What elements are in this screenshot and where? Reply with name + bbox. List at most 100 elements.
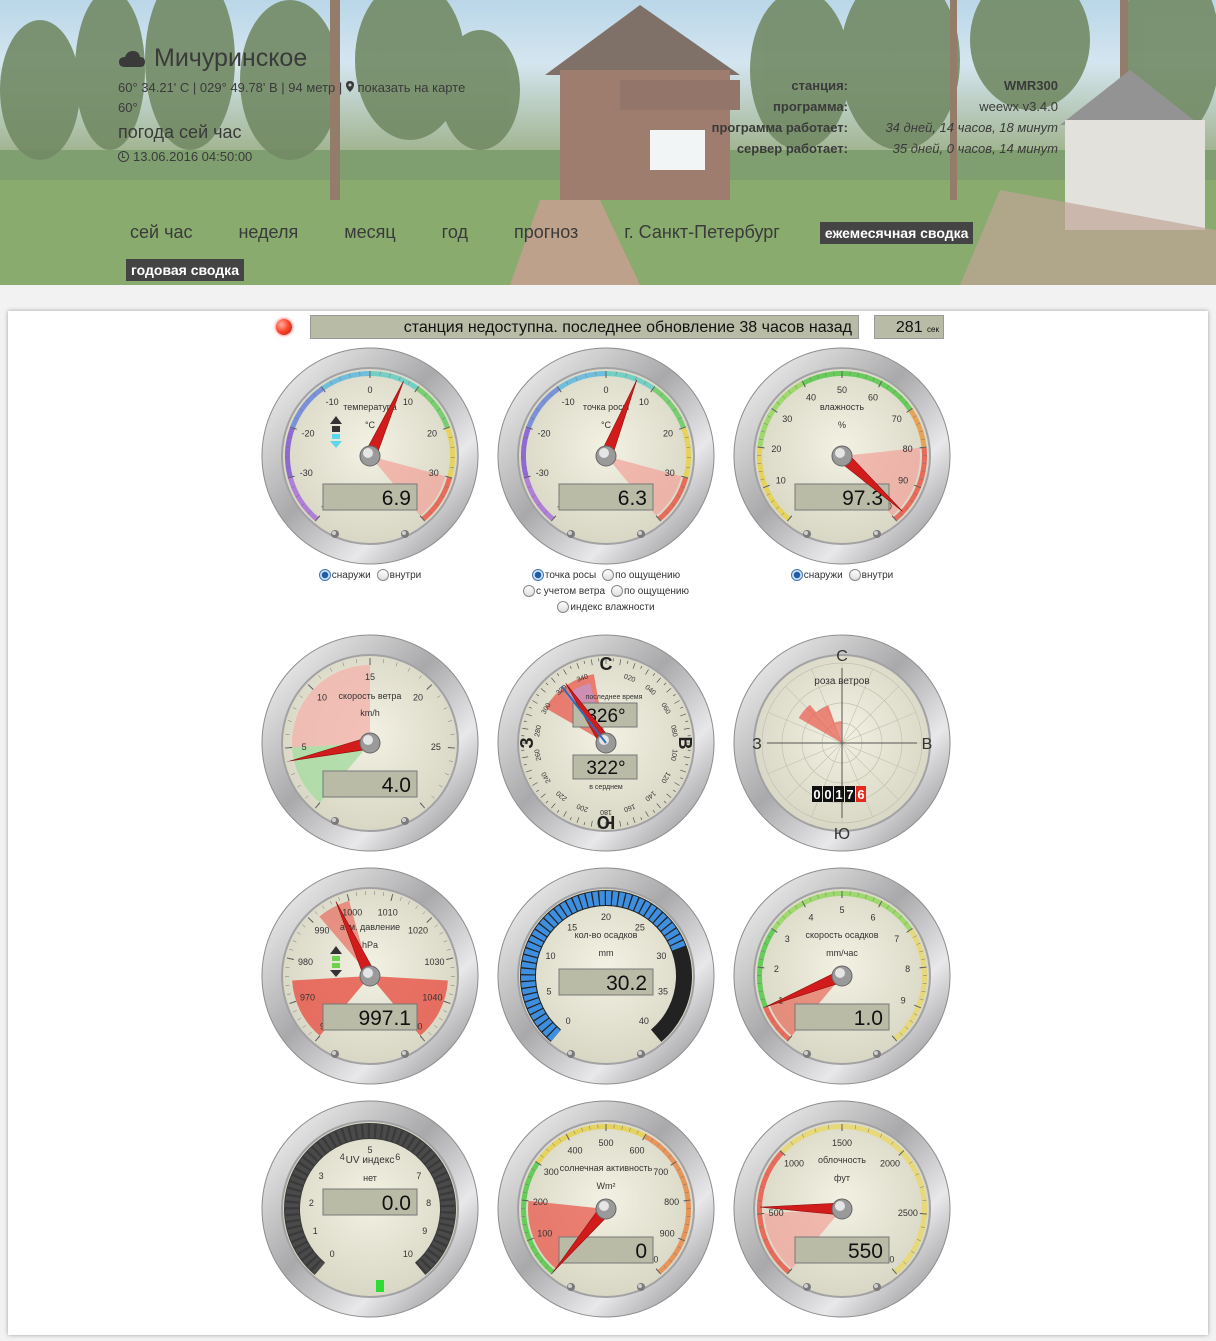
scale-label: 300	[544, 1167, 559, 1177]
gauge-face-svg: 012345678910скорость осадковmm/час1.0	[733, 867, 951, 1085]
radio-button[interactable]	[602, 569, 615, 581]
nav-month[interactable]: месяц	[338, 218, 401, 247]
needle-hub-glint	[363, 448, 373, 458]
needle-hub-glint	[835, 448, 845, 458]
scale-label: -20	[537, 428, 550, 438]
scale-label: 800	[664, 1197, 679, 1207]
gauge-value: 997.1	[358, 1007, 411, 1030]
trend-bar	[332, 963, 340, 968]
gauge-title: скорость осадков	[806, 930, 879, 940]
nav-yearly-summary[interactable]: годовая сводка	[126, 259, 244, 281]
radio-button[interactable]	[557, 601, 570, 613]
radio-inside[interactable]: внутри	[376, 569, 421, 581]
gauge-value: 4.0	[382, 774, 411, 797]
radio-button[interactable]	[531, 569, 544, 581]
scale-label: 1040	[422, 992, 442, 1002]
uv-index-gauge: 0 1 2 3 4 5 6 7 8 9 10 UV индекс нет 0.0	[260, 1099, 480, 1319]
radio-heat-index[interactable]: по ощущению	[611, 585, 689, 597]
gauge-face-svg: 960970980990100010101020103010401050атм.…	[261, 867, 479, 1085]
gauge-unit: hPa	[362, 940, 378, 950]
trend-bar	[332, 434, 340, 439]
gauge-face-svg: -40-30-20-10010203040точка росы°C6.3	[497, 347, 715, 565]
indicator-led-glint	[804, 1284, 808, 1288]
gauge-title: скорость ветра	[339, 691, 402, 701]
radio-label: индекс влажности	[570, 601, 655, 613]
scale-label: 0	[330, 1249, 335, 1259]
cloud-icon	[119, 50, 145, 67]
radio-label: снаружи	[803, 569, 843, 581]
scale-label: 40	[806, 393, 816, 403]
radio-button[interactable]	[318, 569, 331, 581]
cardinal-label: З	[752, 736, 762, 753]
nav-monthly-summary[interactable]: ежемесячная сводка	[819, 221, 974, 244]
scale-label: 25	[431, 742, 441, 752]
gauge-face-svg: 050010001500200025003000облочностьфут550	[733, 1100, 951, 1318]
nav-week[interactable]: неделя	[232, 218, 304, 247]
map-link[interactable]: показать на карте	[358, 80, 466, 95]
radio-inside[interactable]: внутри	[848, 569, 893, 581]
radio-outside[interactable]: снаружи	[790, 569, 843, 581]
radio-humidex[interactable]: индекс влажности	[557, 601, 655, 613]
radio-button[interactable]	[790, 569, 803, 581]
scale-label: 990	[314, 926, 329, 936]
indicator-led-glint	[332, 818, 336, 822]
odometer-digit: 0	[824, 787, 831, 802]
rainfall-gauge: 0 5 10 15 20 25 30 35 40 кол-во осадков mm 30.2	[496, 866, 716, 1086]
scale-label: 70	[892, 414, 902, 424]
gauge-unit: %	[838, 420, 846, 430]
needle-hub-glint	[363, 968, 373, 978]
scale-label: -10	[326, 397, 339, 407]
gauge-unit: °C	[365, 420, 376, 430]
gauge-unit: Wm²	[597, 1181, 616, 1191]
scale-label: 30	[656, 951, 666, 961]
clock-icon	[118, 151, 129, 162]
scale-label: 8	[426, 1198, 431, 1208]
scale-label: 9	[901, 996, 906, 1006]
cardinal-label: Ю	[597, 812, 616, 832]
scale-label: 7	[894, 934, 899, 944]
scale-label: 50	[837, 385, 847, 395]
scale-label: 2000	[880, 1159, 900, 1169]
scale-label: 90	[898, 476, 908, 486]
nav-forecast[interactable]: прогноз	[508, 218, 584, 247]
radio-button[interactable]	[376, 569, 389, 581]
status-led	[276, 319, 292, 335]
scale-label: 10	[776, 476, 786, 486]
gauge-unit: фут	[834, 1173, 850, 1183]
needle-hub-glint	[835, 1201, 845, 1211]
scale-label: 600	[629, 1146, 644, 1156]
scale-label: 4	[340, 1152, 345, 1162]
indicator-led-glint	[874, 531, 878, 535]
scale-label: 900	[660, 1229, 675, 1239]
nav-city[interactable]: г. Санкт-Петербург	[618, 218, 786, 247]
indicator-led-glint	[402, 1051, 406, 1055]
gauge-unit: °C	[601, 420, 612, 430]
dewpoint-source-toggle: точка росы по ощущению с учетом ветра по…	[508, 569, 704, 613]
radio-dewpoint[interactable]: точка росы	[531, 569, 596, 581]
rain-rate-gauge: 012345678910скорость осадковmm/час1.0	[732, 866, 952, 1086]
bar-segment	[606, 891, 612, 906]
nav-now[interactable]: сей час	[124, 218, 198, 247]
solar-radiation-gauge: 01002003004005006007008009001000солнечна…	[496, 1099, 716, 1319]
radio-button[interactable]	[848, 569, 861, 581]
indicator-led-glint	[638, 1284, 642, 1288]
radio-windchill[interactable]: с учетом ветра	[523, 585, 605, 597]
scale-label: 1500	[832, 1138, 852, 1148]
dewpoint-gauge: -40-30-20-10010203040точка росы°C6.3	[496, 346, 716, 566]
station-info: станция: WMR300 программа: weewx v3.4.0 пр…	[598, 78, 1058, 162]
radio-button[interactable]	[611, 585, 624, 597]
radio-apparent[interactable]: по ощущению	[602, 569, 680, 581]
scale-label: 500	[598, 1138, 613, 1148]
gauge-face-svg: -40-30-20-10010203040температура°C6.9	[261, 347, 479, 565]
indicator-led-glint	[332, 1051, 336, 1055]
scale-label: -10	[562, 397, 575, 407]
scale-label: 10	[317, 693, 327, 703]
scale-label: 0	[566, 1016, 571, 1026]
scale-label: 2	[774, 964, 779, 974]
radio-button[interactable]	[523, 585, 535, 597]
scale-label: 6	[870, 913, 875, 923]
indicator-led-glint	[638, 531, 642, 535]
radio-outside[interactable]: снаружи	[318, 569, 371, 581]
nav-year[interactable]: год	[436, 218, 474, 247]
gauge-value: 550	[848, 1240, 883, 1263]
